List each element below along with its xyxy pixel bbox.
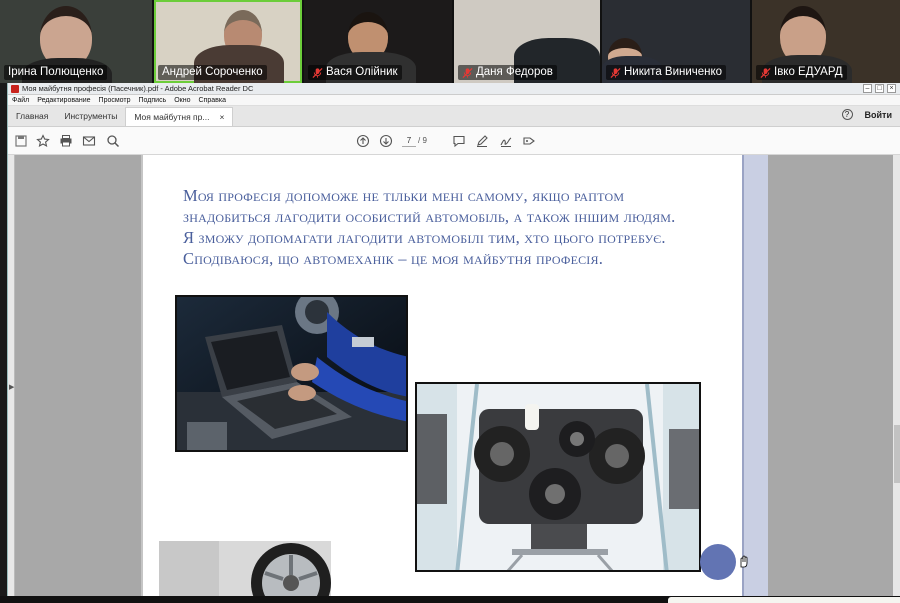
participant-tile[interactable]: Вася Олійник	[304, 0, 452, 83]
page-edge-stripe	[742, 155, 768, 603]
participant-tile[interactable]: Ірина Полющенко	[0, 0, 152, 83]
close-window-button[interactable]: ×	[887, 84, 896, 93]
window-titlebar[interactable]: Моя майбутня професія (Пасечник).pdf - A…	[8, 83, 900, 95]
menu-file[interactable]: Файл	[12, 95, 29, 105]
expand-arrow-icon: ▶	[9, 384, 15, 391]
email-icon[interactable]	[82, 134, 96, 148]
share-icon[interactable]	[522, 134, 536, 148]
participant-name: Ірина Полющенко	[4, 65, 108, 80]
window-title: Моя майбутня професія (Пасечник).pdf - A…	[22, 84, 254, 93]
menu-edit[interactable]: Редактирование	[37, 95, 90, 105]
bottom-bar-light-panel	[668, 597, 900, 603]
screen: Ірина Полющенко Андрей Сороченко Вася Ол…	[0, 0, 900, 603]
laptop-photo-image	[177, 297, 406, 450]
vertical-scrollbar[interactable]	[893, 155, 900, 603]
participant-strip: Ірина Полющенко Андрей Сороченко Вася Ол…	[0, 0, 900, 83]
acrobat-app-icon	[11, 85, 19, 93]
main-toolbar: 7 / 9	[8, 127, 900, 155]
left-panel-toggle[interactable]: ▶	[8, 155, 15, 603]
comment-icon[interactable]	[452, 134, 466, 148]
tab-close-icon[interactable]: ×	[219, 108, 224, 126]
sign-icon[interactable]	[499, 134, 513, 148]
menu-window[interactable]: Окно	[174, 95, 190, 105]
participant-name: Вася Олійник	[308, 65, 402, 80]
menu-help[interactable]: Справка	[199, 95, 226, 105]
maximize-button[interactable]: □	[875, 84, 884, 93]
menu-bar: Файл Редактирование Просмотр Подпись Окн…	[8, 95, 900, 106]
mic-off-icon	[462, 67, 473, 78]
wheel-photo-image	[159, 541, 331, 603]
minimize-button[interactable]: –	[863, 84, 872, 93]
participant-name: Даня Федоров	[458, 65, 557, 80]
print-icon[interactable]	[59, 134, 73, 148]
tab-tools[interactable]: Инструменты	[56, 107, 125, 126]
zoom-search-icon[interactable]	[106, 134, 120, 148]
window-controls: – □ ×	[863, 84, 896, 93]
tab-document-label: Моя майбутня пр...	[134, 112, 210, 122]
participant-name: Андрей Сороченко	[158, 65, 267, 80]
highlight-pen-icon[interactable]	[475, 134, 489, 148]
scrollbar-thumb[interactable]	[894, 425, 900, 483]
page-up-icon[interactable]	[356, 134, 370, 148]
page-total: / 9	[418, 136, 427, 145]
tab-bar: Главная Инструменты Моя майбутня пр... ×…	[8, 106, 900, 127]
page-paragraph: Моя професія допоможе не тільки мені сам…	[183, 186, 676, 268]
participant-tile[interactable]: Івко ЕДУАРД	[752, 0, 900, 83]
bookmark-star-icon[interactable]	[36, 134, 50, 148]
page-number-input[interactable]: 7	[402, 134, 416, 147]
document-viewport[interactable]: ▶ Моя професія допоможе не тільки мені с…	[8, 155, 900, 603]
participant-name: Никита Виниченко	[606, 65, 727, 80]
mic-off-icon	[610, 67, 621, 78]
laptop-mechanic-photo	[175, 295, 408, 452]
mic-off-icon	[760, 67, 771, 78]
mic-off-icon	[312, 67, 323, 78]
acrobat-window: Моя майбутня професія (Пасечник).pdf - A…	[7, 83, 900, 603]
participant-tile[interactable]: Даня Федоров	[454, 0, 600, 83]
save-icon[interactable]	[14, 134, 28, 148]
participant-tile[interactable]: Никита Виниченко	[602, 0, 750, 83]
page-down-icon[interactable]	[379, 134, 393, 148]
hand-cursor-icon	[740, 555, 748, 568]
pointer-highlight-dot	[700, 544, 736, 580]
pdf-page: Моя професія допоможе не тільки мені сам…	[141, 155, 745, 603]
help-icon[interactable]: ?	[841, 109, 853, 120]
participant-name: Івко ЕДУАРД	[756, 65, 847, 80]
signin-button[interactable]: Войти	[865, 110, 892, 120]
tab-home[interactable]: Главная	[8, 107, 56, 126]
wheel-photo	[159, 541, 331, 603]
tab-document[interactable]: Моя майбутня пр... ×	[125, 107, 234, 126]
bottom-bar	[0, 596, 900, 603]
participant-tile[interactable]: Андрей Сороченко	[154, 0, 302, 83]
menu-sign[interactable]: Подпись	[139, 95, 167, 105]
engine-photo	[415, 382, 701, 572]
menu-view[interactable]: Просмотр	[99, 95, 131, 105]
engine-photo-image	[417, 384, 699, 570]
